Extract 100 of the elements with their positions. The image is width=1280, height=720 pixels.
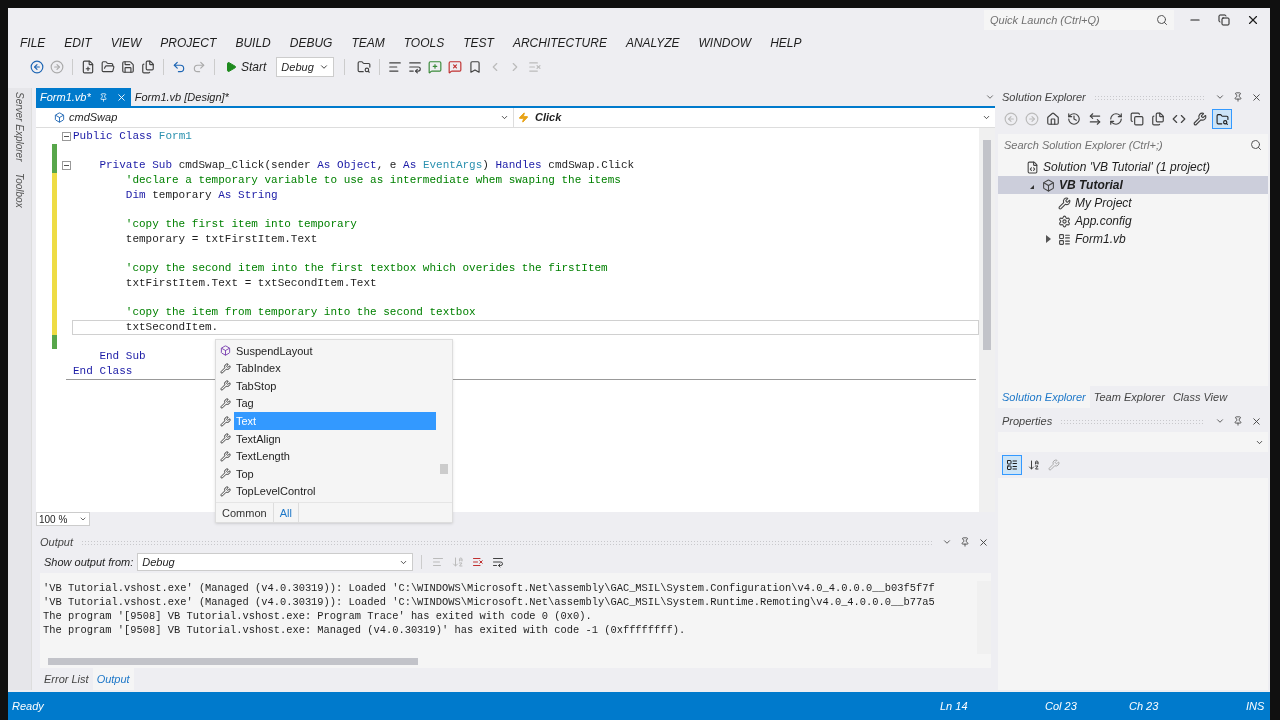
- view-code-button[interactable]: [1172, 112, 1186, 126]
- side-tab[interactable]: Server Explorer: [12, 92, 27, 162]
- new-project-button[interactable]: [81, 60, 95, 74]
- find-in-files-button[interactable]: [357, 60, 372, 74]
- code-line: End Class: [73, 365, 133, 377]
- quick-launch-box[interactable]: Quick Launch (Ctrl+Q): [984, 10, 1174, 30]
- search-box[interactable]: Search Solution Explorer (Ctrl+;): [998, 134, 1268, 156]
- menu-item[interactable]: TOOLS: [403, 34, 445, 52]
- collapse-toggle[interactable]: [61, 131, 71, 141]
- panel-tab[interactable]: Solution Explorer: [998, 386, 1090, 408]
- code-line: Dim temporary As String: [124, 189, 278, 201]
- refresh-button[interactable]: [1109, 112, 1123, 126]
- pin-button[interactable]: [1233, 416, 1243, 426]
- scrollbar-thumb[interactable]: [48, 657, 418, 665]
- panel-tab[interactable]: Error List: [40, 668, 93, 690]
- start-button[interactable]: Start: [221, 57, 271, 77]
- completion-filter-tab[interactable]: Common: [216, 503, 274, 523]
- completion-item[interactable]: TabStop: [234, 377, 436, 395]
- collapse-all-button[interactable]: [1130, 112, 1144, 126]
- save-button[interactable]: [121, 60, 135, 74]
- code-line: 'copy the second item into the first textbox which overides the firstItem: [124, 263, 608, 275]
- menu-item[interactable]: BUILD: [235, 34, 271, 52]
- menu-item[interactable]: EDIT: [64, 34, 92, 52]
- indent-button[interactable]: [408, 60, 423, 74]
- pin-button[interactable]: [960, 537, 970, 547]
- menu-item[interactable]: ARCHITECTURE: [512, 34, 607, 52]
- undo-button[interactable]: [172, 60, 186, 74]
- pin-icon[interactable]: [98, 92, 108, 102]
- code-line: 'copy the item from temporary into the second textbox: [124, 307, 476, 319]
- menu-item[interactable]: TEST: [463, 34, 494, 52]
- search-icon: [1250, 139, 1262, 151]
- event-dropdown[interactable]: Click: [514, 108, 995, 127]
- bookmark-button[interactable]: [468, 60, 483, 74]
- menu-item[interactable]: HELP: [770, 34, 802, 52]
- menu-item[interactable]: VIEW: [110, 34, 142, 52]
- output-source-dropdown[interactable]: Debug: [137, 553, 414, 571]
- tree-item[interactable]: Form1.vb: [998, 230, 1268, 248]
- outdent-button[interactable]: [388, 60, 403, 74]
- completion-item[interactable]: TextLength: [234, 447, 436, 466]
- tree-item[interactable]: VB Tutorial: [998, 176, 1268, 194]
- menu-item[interactable]: DEBUG: [289, 34, 333, 52]
- menu-item[interactable]: FILE: [20, 34, 46, 52]
- save-all-button[interactable]: [141, 60, 155, 74]
- pin-button[interactable]: [1233, 92, 1243, 102]
- menu-item[interactable]: ANALYZE: [625, 34, 680, 52]
- vertical-scrollbar[interactable]: [979, 128, 995, 512]
- panel-title: Solution Explorer: [1002, 89, 1086, 105]
- search-field[interactable]: Search Solution Explorer (Ctrl+;): [1004, 136, 1250, 154]
- object-dropdown[interactable]: cmdSwap: [36, 108, 514, 127]
- collapse-toggle[interactable]: [61, 161, 71, 171]
- alphabetical-button[interactable]: [1028, 459, 1040, 471]
- close-panel-button[interactable]: [1251, 415, 1262, 427]
- view-designer-button[interactable]: [1212, 109, 1232, 129]
- completion-item[interactable]: Tag: [234, 394, 436, 413]
- tree-item[interactable]: Solution 'VB Tutorial' (1 project): [998, 158, 1268, 176]
- word-wrap-button[interactable]: [492, 556, 505, 568]
- wrench-icon: [219, 398, 231, 410]
- configuration-dropdown[interactable]: Debug: [276, 57, 335, 77]
- menu-item[interactable]: WINDOW: [698, 34, 752, 52]
- document-tab[interactable]: Form1.vb [Design]*: [130, 88, 233, 106]
- tree-item[interactable]: My Project: [998, 194, 1268, 212]
- zoom-dropdown[interactable]: 100 %: [36, 512, 90, 526]
- comment-button[interactable]: [428, 60, 443, 74]
- sync-button[interactable]: [1088, 112, 1102, 126]
- completion-item[interactable]: TabIndex: [234, 359, 436, 378]
- quick-launch-field[interactable]: Quick Launch (Ctrl+Q): [990, 11, 1156, 29]
- tree-item[interactable]: App.config: [998, 212, 1268, 230]
- properties-button[interactable]: [1193, 112, 1207, 126]
- pending-changes-button[interactable]: [1067, 112, 1081, 126]
- back-button[interactable]: [30, 60, 44, 74]
- completion-item[interactable]: TextAlign: [234, 429, 436, 448]
- column-number: Col 23: [1045, 698, 1078, 714]
- collapsed-arrow-icon[interactable]: [1045, 235, 1051, 243]
- completion-item[interactable]: SuspendLayout: [234, 342, 436, 360]
- open-file-button[interactable]: [101, 60, 115, 74]
- output-line: The program '[9508] VB Tutorial.vshost.exe: Managed (v4.0.30319)' has exited with code -1 (0xffffffff).: [42, 623, 686, 637]
- panel-menu-button[interactable]: [1215, 416, 1225, 426]
- close-button[interactable]: [1246, 13, 1260, 27]
- document-tab[interactable]: Form1.vb*: [36, 88, 131, 106]
- categorized-button[interactable]: [1002, 455, 1022, 475]
- side-tab[interactable]: Toolbox: [12, 173, 27, 209]
- completion-item[interactable]: Top: [234, 465, 436, 483]
- completion-item[interactable]: TopLevelControl: [234, 482, 436, 501]
- close-panel-button[interactable]: [1251, 91, 1262, 103]
- panel-menu-button[interactable]: [1215, 92, 1225, 102]
- close-panel-button[interactable]: [978, 536, 989, 548]
- completion-filter-tab[interactable]: All: [273, 503, 299, 523]
- clear-all-button[interactable]: [472, 556, 485, 568]
- uncomment-button[interactable]: [448, 60, 463, 74]
- panel-tab[interactable]: Output: [92, 668, 134, 690]
- close-tab-icon[interactable]: [115, 91, 127, 103]
- menu-item[interactable]: PROJECT: [160, 34, 217, 52]
- restore-button[interactable]: [1218, 14, 1230, 26]
- menu-item[interactable]: TEAM: [351, 34, 385, 52]
- output-line: 'VB Tutorial.vshost.exe' (Managed (v4.0.30319)): Loaded 'C:\WINDOWS\Microsoft.Net\assembly\GAC_MSIL\System.Configuration\v4.0_4.0.0.0__b03f5f7f: [42, 581, 935, 595]
- panel-menu-button[interactable]: [942, 537, 952, 547]
- panel-tab[interactable]: Class View: [1168, 386, 1232, 408]
- home-button[interactable]: [1046, 112, 1060, 126]
- panel-tab[interactable]: Team Explorer: [1089, 386, 1169, 408]
- show-all-files-button[interactable]: [1151, 112, 1165, 126]
